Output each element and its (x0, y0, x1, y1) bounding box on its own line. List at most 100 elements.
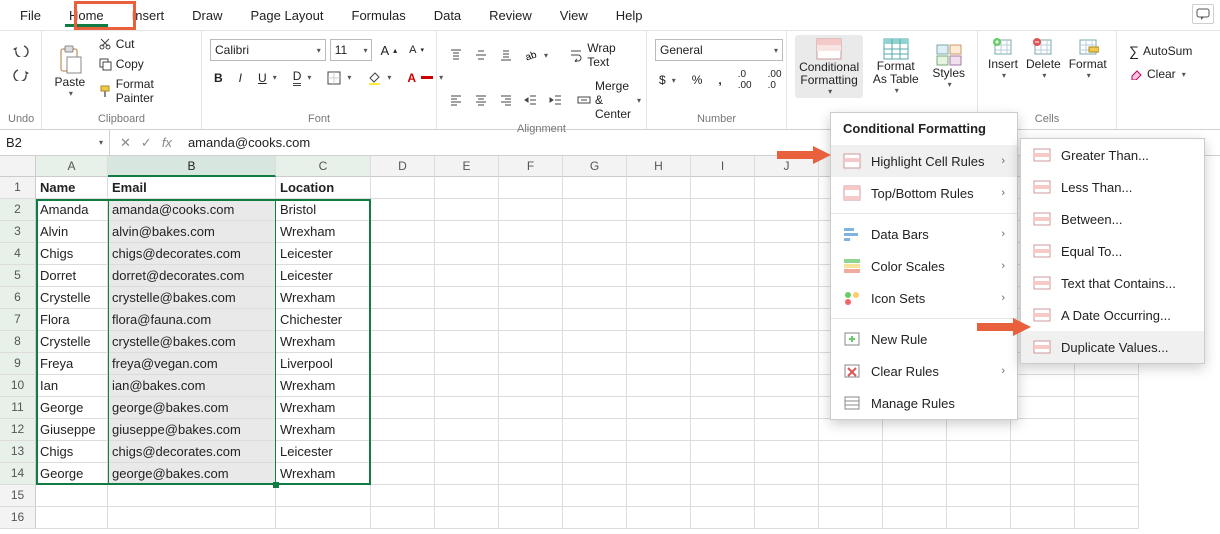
align-top-button[interactable] (445, 46, 467, 64)
cell[interactable] (755, 375, 819, 397)
decrease-indent-button[interactable] (520, 91, 542, 109)
cell[interactable] (435, 353, 499, 375)
cell[interactable] (1075, 463, 1139, 485)
cell[interactable] (563, 419, 627, 441)
percent-button[interactable]: % (688, 71, 707, 89)
column-header-C[interactable]: C (276, 156, 371, 177)
cell[interactable] (435, 463, 499, 485)
cell[interactable] (883, 419, 947, 441)
cell[interactable] (819, 419, 883, 441)
cut-button[interactable]: Cut (94, 35, 193, 53)
borders-button[interactable]: ▾ (323, 69, 355, 87)
tab-file[interactable]: File (6, 2, 55, 29)
cell-styles-button[interactable]: Styles▾ (928, 42, 969, 91)
cell[interactable] (499, 397, 563, 419)
cell[interactable] (691, 507, 755, 529)
cell[interactable] (563, 221, 627, 243)
cell[interactable] (947, 507, 1011, 529)
cell[interactable] (1011, 507, 1075, 529)
tab-home[interactable]: Home (55, 2, 118, 29)
menu-item-manage-rules[interactable]: Manage Rules (831, 387, 1017, 419)
cell[interactable]: Wrexham (276, 331, 371, 353)
cell[interactable] (691, 397, 755, 419)
comments-button[interactable] (1192, 4, 1214, 24)
cell[interactable] (435, 287, 499, 309)
cell[interactable]: Flora (36, 309, 108, 331)
cell[interactable] (563, 485, 627, 507)
cell[interactable] (883, 507, 947, 529)
menu-item-text-that-contains-[interactable]: Text that Contains... (1021, 267, 1204, 299)
name-box[interactable]: B2 ▾ (0, 130, 110, 155)
cell[interactable]: giuseppe@bakes.com (108, 419, 276, 441)
menu-item-icon-sets[interactable]: Icon Sets› (831, 282, 1017, 314)
cell[interactable] (1075, 397, 1139, 419)
cell[interactable]: Wrexham (276, 375, 371, 397)
italic-button[interactable]: I (235, 69, 246, 87)
cell[interactable]: George (36, 463, 108, 485)
cell[interactable]: alvin@bakes.com (108, 221, 276, 243)
cell[interactable] (627, 243, 691, 265)
cell[interactable] (947, 419, 1011, 441)
cell[interactable] (947, 441, 1011, 463)
cell[interactable] (1011, 375, 1075, 397)
increase-indent-button[interactable] (545, 91, 567, 109)
cell[interactable] (755, 507, 819, 529)
cell[interactable]: Freya (36, 353, 108, 375)
cell[interactable] (499, 199, 563, 221)
menu-item-greater-than-[interactable]: Greater Than... (1021, 139, 1204, 171)
cell[interactable] (691, 353, 755, 375)
cell[interactable] (755, 441, 819, 463)
tab-formulas[interactable]: Formulas (338, 2, 420, 29)
cell[interactable] (755, 221, 819, 243)
tab-data[interactable]: Data (420, 2, 475, 29)
format-as-table-button[interactable]: Format As Table▾ (867, 36, 924, 97)
cell[interactable] (1011, 463, 1075, 485)
format-cells-button[interactable]: Format▾ (1067, 35, 1109, 82)
row-header-1[interactable]: 1 (0, 177, 36, 199)
cell[interactable]: george@bakes.com (108, 463, 276, 485)
row-header-10[interactable]: 10 (0, 375, 36, 397)
cell[interactable] (883, 463, 947, 485)
cell[interactable]: crystelle@bakes.com (108, 331, 276, 353)
cell[interactable] (627, 485, 691, 507)
row-header-12[interactable]: 12 (0, 419, 36, 441)
cell[interactable] (435, 309, 499, 331)
cell[interactable] (627, 441, 691, 463)
cell[interactable] (435, 397, 499, 419)
cell[interactable] (819, 507, 883, 529)
row-header-11[interactable]: 11 (0, 397, 36, 419)
cell[interactable] (1011, 485, 1075, 507)
cell[interactable] (371, 331, 435, 353)
column-header-E[interactable]: E (435, 156, 499, 177)
cell[interactable]: Location (276, 177, 371, 199)
cell[interactable] (691, 419, 755, 441)
cell[interactable]: Dorret (36, 265, 108, 287)
menu-item-top-bottom-rules[interactable]: Top/Bottom Rules› (831, 177, 1017, 209)
row-header-9[interactable]: 9 (0, 353, 36, 375)
clear-button[interactable]: Clear▾ (1125, 65, 1212, 83)
cell[interactable] (371, 463, 435, 485)
cell[interactable] (691, 177, 755, 199)
cell[interactable] (435, 441, 499, 463)
cell[interactable]: Wrexham (276, 397, 371, 419)
number-format-combo[interactable]: General▾ (655, 39, 783, 61)
cell[interactable] (108, 507, 276, 529)
align-bottom-button[interactable] (495, 46, 517, 64)
cell[interactable] (371, 353, 435, 375)
cell[interactable] (1011, 419, 1075, 441)
cell[interactable] (755, 397, 819, 419)
copy-button[interactable]: Copy (94, 55, 193, 73)
cell[interactable] (627, 265, 691, 287)
cell[interactable] (691, 243, 755, 265)
cell[interactable] (883, 441, 947, 463)
decrease-font-button[interactable]: A▾ (405, 42, 428, 58)
cell[interactable] (627, 397, 691, 419)
cell[interactable] (371, 221, 435, 243)
cell[interactable] (435, 177, 499, 199)
cell[interactable] (371, 265, 435, 287)
cell[interactable]: dorret@decorates.com (108, 265, 276, 287)
menu-item-clear-rules[interactable]: Clear Rules› (831, 355, 1017, 387)
cell[interactable]: amanda@cooks.com (108, 199, 276, 221)
cell[interactable] (627, 419, 691, 441)
align-left-button[interactable] (445, 91, 467, 109)
